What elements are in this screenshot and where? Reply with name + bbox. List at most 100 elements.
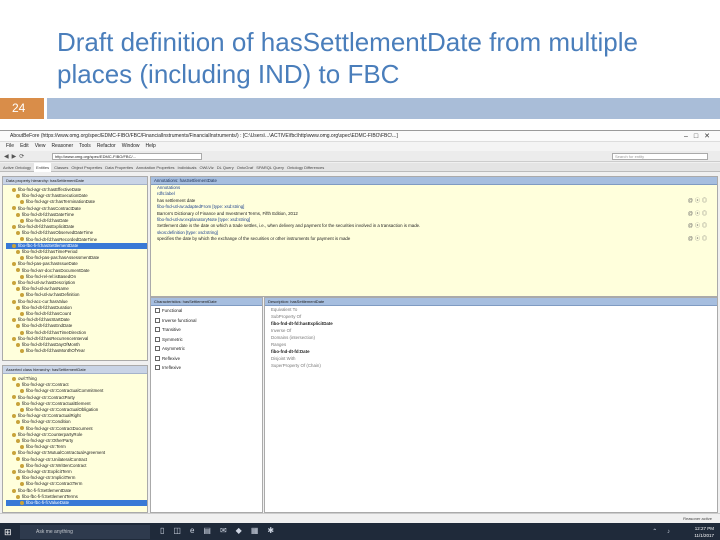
tree-item-label: fibo-fnd-agr-ctr:MutualContractualAgreem… <box>18 450 106 456</box>
description-panel: Description: hasSettlementDate Equivalen… <box>264 297 718 513</box>
menu-item-window[interactable]: Window <box>122 142 140 151</box>
tab-owlviz[interactable]: OWLViz <box>199 163 213 172</box>
protege-window: AboutBeFore (https://www.omg.org/spec/ED… <box>0 130 720 540</box>
property-icon <box>16 494 20 499</box>
toolbar: ◀▶⟳ http://www.omg.org/spec/EDMC-FIBO/FB… <box>0 151 720 162</box>
data-property-hierarchy-header: Data property hierarchy: hasSettlementDa… <box>3 177 147 185</box>
tree-item-label: fibo-fnd-agr-ctr:UnilateralContract <box>22 456 88 462</box>
annotation-actions-icon[interactable]: @ⓧ◎ <box>688 236 709 242</box>
tab-object-properties[interactable]: Object Properties <box>71 163 102 172</box>
property-icon <box>12 225 16 230</box>
property-icon <box>16 287 20 292</box>
property-icon <box>20 389 24 394</box>
characteristic-symmetric[interactable]: Symmetric <box>151 335 262 345</box>
windows-start-icon[interactable]: ⊞ <box>4 527 12 538</box>
tree-item-label: fibo-fnd-agr-ctr:ContractDocument <box>26 425 93 431</box>
slide-title: Draft definition of hasSettlementDate fr… <box>57 26 707 90</box>
characteristic-irreflexive[interactable]: Irreflexive <box>151 363 262 373</box>
property-icon <box>20 463 24 468</box>
annotation-text: Settlement date is the date on which a t… <box>157 223 421 229</box>
tab-annotation-properties[interactable]: Annotation Properties <box>136 163 174 172</box>
tree-item-label: fibo-fnd-utl-av:hasDescription <box>18 280 76 286</box>
tab-data-properties[interactable]: Data Properties <box>105 163 133 172</box>
taskbar-clock[interactable]: 12:27 PM 11/1/2017 <box>694 525 714 539</box>
menu-item-view[interactable]: View <box>35 142 46 151</box>
checkbox[interactable] <box>155 317 160 323</box>
taskbar-date: 11/1/2017 <box>694 533 714 538</box>
menu-item-tools[interactable]: Tools <box>79 142 91 151</box>
window-controls[interactable]: –□✕ <box>684 132 716 140</box>
property-icon <box>20 500 24 505</box>
property-icon <box>16 401 20 406</box>
characteristic-inverse-functional[interactable]: Inverse functional <box>151 316 262 326</box>
checkbox[interactable] <box>155 365 160 371</box>
tree-item-label: fibo-fnd-rel-rel:isBasedOn <box>26 273 77 279</box>
entity-search-input[interactable]: Search for entity <box>612 153 708 160</box>
tree-item-label: fibo-fnd-agr-ctr:hasTerminationDate <box>26 199 96 205</box>
menu-item-reasoner[interactable]: Reasoner <box>51 142 73 151</box>
tab-classes[interactable]: Classes <box>54 163 68 172</box>
tree-item-label: fibo-fnd-dt-fd:hasCount <box>26 311 71 317</box>
annotation-row[interactable]: specifies the date by which the exchange… <box>151 236 717 242</box>
description-row[interactable]: SuperProperty Of (Chain) <box>265 362 717 369</box>
checkbox[interactable] <box>155 355 160 361</box>
tree-item-label: fibo-fnd-arr-doc:hasDocumentDate <box>22 267 90 273</box>
tab-dl-query[interactable]: DL Query <box>217 163 234 172</box>
characteristic-transitive[interactable]: Transitive <box>151 325 262 335</box>
tab-sparql-query[interactable]: SPARQL Query <box>256 163 284 172</box>
description-row[interactable]: fibo-fnd-dt-fd:Date <box>265 348 717 355</box>
description-row[interactable]: Domains (intersection) <box>265 334 717 341</box>
tree-item-label: fibo-fnd-agr-ctr:hasEffectiveDate <box>18 187 82 192</box>
characteristic-label: Symmetric <box>162 336 183 342</box>
description-row[interactable]: Inverse Of <box>265 327 717 334</box>
taskbar-app-icons[interactable]: ▯◫e▤✉◆▦✱ <box>160 526 283 535</box>
tab-ontograf[interactable]: OntoGraf <box>237 163 253 172</box>
annotation-text: has settlement date <box>157 197 196 203</box>
tab-entities[interactable]: Entities <box>34 163 52 172</box>
address-field[interactable]: http://www.omg.org/spec/EDMC-FIBO/FBC/..… <box>52 153 202 160</box>
tree-item-label: fibo-fnd-dt-fd:hasRecurrenceInterval <box>18 335 89 341</box>
characteristic-label: Functional <box>162 308 183 313</box>
tree-item-label: fibo-fnd-agr-ctr:Term <box>26 444 66 450</box>
menu-item-refactor[interactable]: Refactor <box>97 142 116 151</box>
description-row[interactable]: Ranges <box>265 341 717 348</box>
property-icon <box>20 311 24 316</box>
taskbar-search-input[interactable]: Ask me anything <box>20 525 150 539</box>
characteristic-functional[interactable]: Functional <box>151 306 262 316</box>
tree-item-label: fibo-fnd-pas-pas:hasIssueDate <box>18 261 78 267</box>
data-property-hierarchy-panel: Data property hierarchy: hasSettlementDa… <box>2 176 148 361</box>
description-row[interactable]: fibo-fnd-dt-fd:hasExplicitDate <box>265 320 717 327</box>
checkbox[interactable] <box>155 308 160 314</box>
tree-item[interactable]: fibo-fnd-dt-fd:hasMonthOfYear <box>6 348 147 354</box>
tab-active-ontology[interactable]: Active Ontology <box>3 163 31 172</box>
property-icon <box>12 488 16 493</box>
tree-item-label: fibo-fnd-agr-ctr:ExplicitTerm <box>18 469 72 475</box>
characteristic-reflexive[interactable]: Reflexive <box>151 354 262 364</box>
tab-individuals[interactable]: Individuals <box>178 163 197 172</box>
characteristics-panel: Characteristics: hasSettlementDate Funct… <box>150 297 263 513</box>
description-row[interactable]: SubProperty Of <box>265 313 717 320</box>
system-tray-icon[interactable]: ⌃ ♪ <box>652 528 674 535</box>
slide-header-bar <box>47 98 720 119</box>
tab-ontology-differences[interactable]: Ontology Differences <box>287 163 324 172</box>
tree-item-label: fibo-fnd-agr-ctr:ImplicitTerm <box>22 475 76 481</box>
tree-item-label: fibo-fnd-utl-av:hasDefinition <box>26 292 80 298</box>
property-icon <box>12 187 16 192</box>
menu-item-help[interactable]: Help <box>146 142 156 151</box>
menu-item-file[interactable]: File <box>6 142 14 151</box>
property-icon <box>20 426 24 431</box>
menu-item-edit[interactable]: Edit <box>20 142 29 151</box>
annotation-text: Barron's Dictionary of Finance and Inves… <box>157 210 298 216</box>
property-icon <box>20 407 24 412</box>
tree-item[interactable]: fibo-fbc-fi-fi:ValueDate <box>6 500 147 507</box>
menu-bar: File Edit View Reasoner Tools Refactor Window H… <box>0 142 720 151</box>
property-icon <box>12 280 16 285</box>
description-row[interactable]: Equivalent To <box>265 306 717 313</box>
tree-item-label: fibo-fbc-fi-fi:ValueDate <box>26 500 70 506</box>
nav-arrows-icon[interactable]: ◀▶⟳ <box>4 153 27 160</box>
characteristic-asymmetric[interactable]: Asymmetric <box>151 344 262 354</box>
checkbox[interactable] <box>155 346 160 352</box>
description-row[interactable]: Disjoint With <box>265 355 717 362</box>
checkbox[interactable] <box>155 327 160 333</box>
checkbox[interactable] <box>155 336 160 342</box>
